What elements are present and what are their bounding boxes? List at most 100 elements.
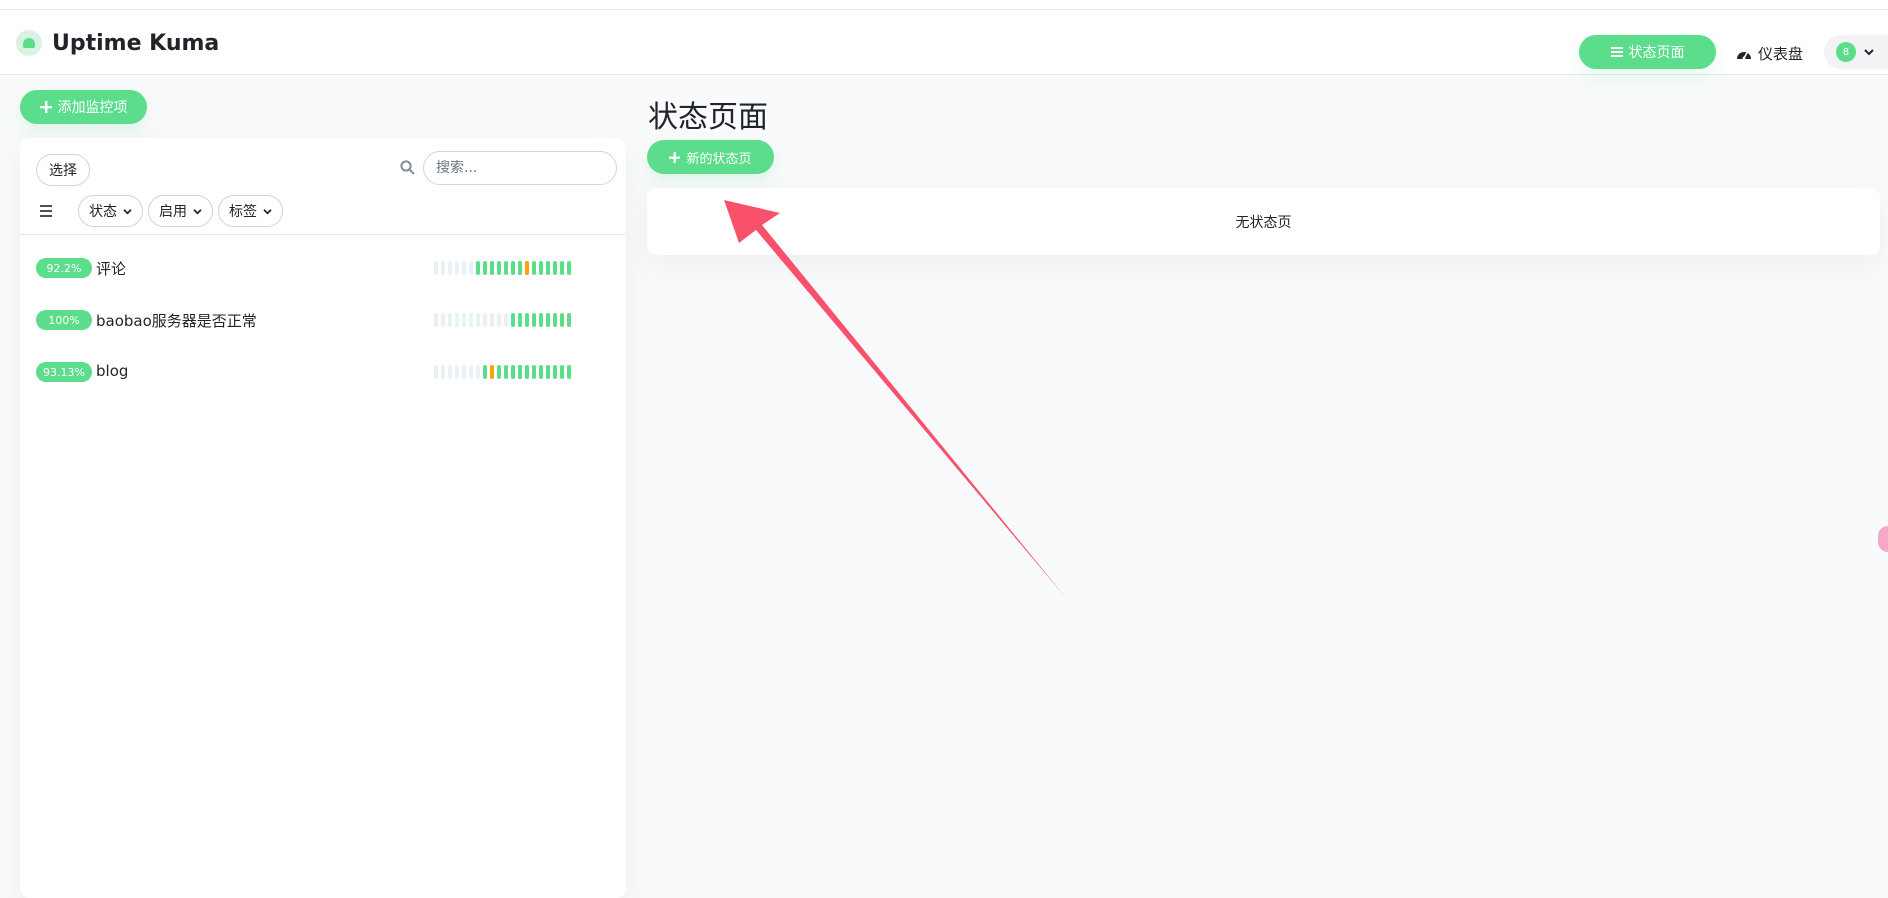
heartbeat-beat	[511, 313, 515, 327]
uptime-badge: 100%	[36, 310, 92, 330]
uptime-badge: 92.2%	[36, 258, 92, 278]
list-icon	[1610, 47, 1623, 57]
heartbeat-beat	[560, 313, 564, 327]
heartbeat-beat	[504, 261, 508, 275]
heartbeat-beat	[539, 313, 543, 327]
heartbeat-beat	[525, 313, 529, 327]
chevron-down-icon	[193, 208, 202, 214]
heartbeat-beat	[469, 313, 473, 327]
empty-state-text: 无状态页	[1235, 214, 1292, 231]
heartbeat-beat	[518, 365, 522, 379]
heartbeat-beat	[525, 365, 529, 379]
heartbeat-bar	[434, 261, 571, 275]
heartbeat-beat	[511, 261, 515, 275]
heartbeat-beat	[441, 261, 445, 275]
monitor-name: blog	[96, 362, 129, 380]
heartbeat-beat	[490, 313, 494, 327]
floating-widget[interactable]	[1878, 526, 1888, 552]
new-status-page-label: 新的状态页	[686, 151, 752, 167]
add-monitor-button[interactable]: 添加监控项	[20, 90, 147, 124]
tags-filter-label: 标签	[229, 204, 257, 220]
app-title: Uptime Kuma	[52, 30, 220, 56]
filter-row: 状态 启用 标签	[36, 195, 283, 227]
heartbeat-beat	[483, 365, 487, 379]
monitor-name: 评论	[96, 260, 127, 278]
top-navbar: Uptime Kuma 状态页面 仪表盘 8	[0, 10, 1888, 75]
chevron-down-icon	[123, 208, 132, 214]
heartbeat-beat	[441, 313, 445, 327]
add-monitor-label: 添加监控项	[57, 100, 128, 116]
heartbeat-beat	[532, 261, 536, 275]
heartbeat-beat	[455, 313, 459, 327]
new-status-page-button[interactable]: 新的状态页	[647, 140, 774, 174]
status-filter-label: 状态	[89, 204, 117, 220]
monitor-row-comments[interactable]: 92.2% 评论	[36, 248, 610, 288]
page-title: 状态页面	[648, 100, 768, 135]
heartbeat-beat	[553, 365, 557, 379]
heartbeat-beat	[469, 365, 473, 379]
plus-icon	[39, 101, 52, 113]
heartbeat-beat	[546, 261, 550, 275]
heartbeat-beat	[455, 261, 459, 275]
filter-list-icon[interactable]	[40, 200, 62, 222]
dashboard-nav-label: 仪表盘	[1758, 45, 1804, 63]
avatar: 8	[1836, 42, 1856, 62]
heartbeat-beat	[553, 261, 557, 275]
logo-icon	[16, 30, 42, 56]
heartbeat-beat	[462, 313, 466, 327]
heartbeat-beat	[518, 313, 522, 327]
heartbeat-beat	[476, 261, 480, 275]
active-filter-dropdown[interactable]: 启用	[148, 195, 213, 227]
heartbeat-beat	[546, 313, 550, 327]
heartbeat-beat	[532, 365, 536, 379]
monitor-list-panel: 选择 状态 启用 标签 92.2% 评论 100% baobao服务器是否正常 …	[20, 138, 626, 898]
heartbeat-beat	[455, 365, 459, 379]
heartbeat-beat	[448, 313, 452, 327]
heartbeat-beat	[434, 313, 438, 327]
heartbeat-beat	[490, 261, 494, 275]
heartbeat-beat	[462, 261, 466, 275]
heartbeat-beat	[518, 261, 522, 275]
select-button[interactable]: 选择	[36, 154, 90, 186]
heartbeat-beat	[434, 261, 438, 275]
heartbeat-bar	[434, 313, 571, 327]
brand-link[interactable]: Uptime Kuma	[16, 30, 219, 56]
uptime-badge: 93.13%	[36, 362, 92, 382]
heartbeat-beat	[539, 365, 543, 379]
heartbeat-beat	[448, 261, 452, 275]
heartbeat-bar	[434, 365, 571, 379]
heartbeat-beat	[497, 261, 501, 275]
heartbeat-beat	[532, 313, 536, 327]
chevron-down-icon	[263, 208, 272, 214]
status-page-nav-button[interactable]: 状态页面	[1579, 35, 1716, 69]
heartbeat-beat	[490, 365, 494, 379]
status-page-nav-label: 状态页面	[1628, 45, 1685, 61]
status-filter-dropdown[interactable]: 状态	[78, 195, 143, 227]
heartbeat-beat	[476, 365, 480, 379]
heartbeat-beat	[525, 261, 529, 275]
monitor-row-blog[interactable]: 93.13% blog	[36, 352, 610, 392]
search-input[interactable]	[423, 151, 617, 185]
heartbeat-beat	[560, 261, 564, 275]
heartbeat-beat	[567, 261, 571, 275]
heartbeat-beat	[441, 365, 445, 379]
monitor-row-baobao[interactable]: 100% baobao服务器是否正常	[36, 300, 610, 340]
heartbeat-beat	[476, 313, 480, 327]
dashboard-nav-link[interactable]: 仪表盘	[1736, 43, 1803, 64]
profile-dropdown[interactable]: 8	[1824, 35, 1888, 69]
search-icon	[400, 160, 415, 175]
heartbeat-beat	[497, 365, 501, 379]
heartbeat-beat	[483, 313, 487, 327]
heartbeat-beat	[462, 365, 466, 379]
heartbeat-beat	[511, 365, 515, 379]
heartbeat-beat	[483, 261, 487, 275]
annotation-arrow-shape	[724, 200, 1066, 598]
tags-filter-dropdown[interactable]: 标签	[218, 195, 283, 227]
heartbeat-beat	[469, 261, 473, 275]
heartbeat-beat	[567, 313, 571, 327]
heartbeat-beat	[539, 261, 543, 275]
heartbeat-beat	[448, 365, 452, 379]
heartbeat-beat	[434, 365, 438, 379]
heartbeat-beat	[560, 365, 564, 379]
heartbeat-beat	[553, 313, 557, 327]
